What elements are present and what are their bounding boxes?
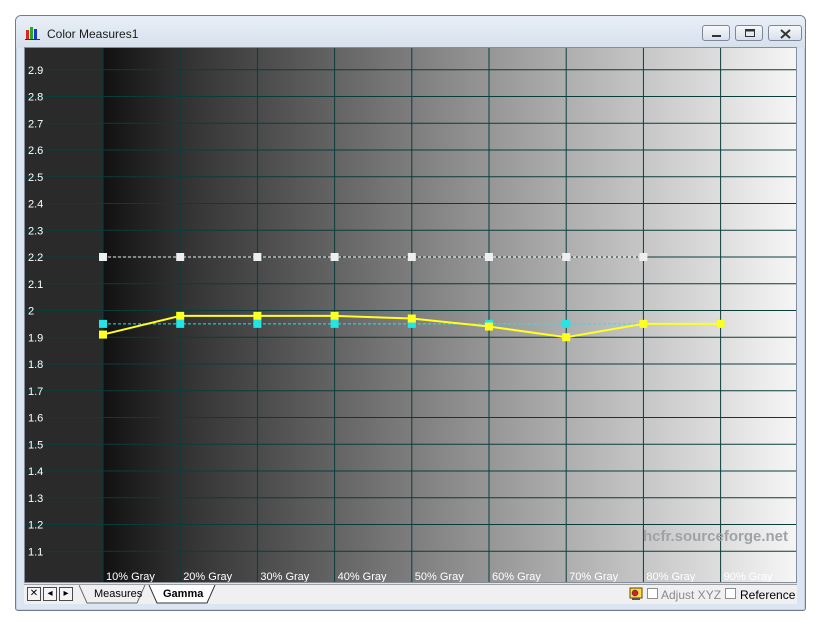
scroll-tabs-right-button[interactable]: ▸	[59, 587, 73, 601]
data-point-measured	[407, 314, 416, 323]
tab-gamma[interactable]: Gamma	[163, 588, 203, 600]
sheet-tab-bar: ✕ ◂ ▸ Measures Gamma Adjust XYZ Referenc…	[24, 584, 797, 604]
data-point-measured	[485, 322, 493, 331]
y-tick-label: 1.8	[28, 359, 43, 371]
x-tick-label: 50% Gray	[415, 571, 464, 583]
y-tick-label: 1.1	[28, 546, 43, 558]
adjust-xyz-label: Adjust XYZ	[661, 588, 722, 602]
gamma-chart: 1.1 1.2 1.3 1.4 1.5 1.6 1.7 1.8 1.9 2 2.1 2.2 2.3 2.4…	[25, 48, 796, 583]
watermark-text: hcfr.sourceforge.net	[643, 528, 788, 545]
data-point-measured	[716, 319, 725, 328]
data-point-reference	[639, 253, 648, 261]
x-tick-label: 60% Gray	[492, 571, 541, 583]
y-tick-label: 2.7	[28, 118, 43, 130]
adjust-xyz-checkbox[interactable]	[647, 588, 658, 599]
triangle-right-icon: ▸	[63, 588, 69, 599]
data-point-reference	[485, 253, 493, 261]
data-point-reference	[330, 253, 339, 261]
scroll-tabs-left-button[interactable]: ◂	[43, 587, 57, 601]
data-point-reference	[99, 253, 107, 261]
window-title: Color Measures1	[47, 27, 139, 41]
data-point-average	[99, 319, 107, 328]
y-tick-label: 2.6	[28, 145, 43, 157]
y-tick-label: 2.4	[28, 199, 43, 211]
y-tick-label: 2.1	[28, 279, 43, 291]
close-icon	[780, 29, 791, 39]
data-point-measured	[253, 311, 262, 320]
gamma-chart-panel: 1.1 1.2 1.3 1.4 1.5 1.6 1.7 1.8 1.9 2 2.1 2.2 2.3 2.4…	[24, 47, 797, 583]
x-tick-label: 30% Gray	[260, 571, 309, 583]
data-point-measured	[99, 330, 107, 339]
tab-measures[interactable]: Measures	[94, 588, 142, 600]
y-tick-label: 1.6	[28, 413, 43, 425]
data-point-reference	[253, 253, 262, 261]
data-point-reference	[562, 253, 571, 261]
close-x-icon: ✕	[29, 588, 39, 599]
title-bar[interactable]: Color Measures1	[16, 16, 805, 48]
minimize-icon	[712, 35, 721, 37]
measure-status-icon	[629, 587, 643, 600]
minimize-button[interactable]	[702, 25, 730, 41]
data-point-average	[330, 319, 339, 328]
reference-label: Reference	[740, 588, 796, 602]
y-tick-label: 2.9	[28, 65, 43, 77]
color-bars-app-icon	[25, 27, 40, 40]
y-tick-label: 1.2	[28, 520, 43, 532]
y-tick-label: 2.8	[28, 92, 43, 104]
x-tick-label: 70% Gray	[569, 571, 618, 583]
y-tick-label: 1.7	[28, 386, 43, 398]
x-tick-label: 80% Gray	[646, 571, 695, 583]
triangle-left-icon: ◂	[47, 588, 53, 599]
data-point-average	[176, 319, 185, 328]
y-tick-label: 1.4	[28, 466, 43, 478]
y-tick-label: 1.9	[28, 332, 43, 344]
restore-icon	[745, 29, 755, 37]
data-point-average	[253, 319, 262, 328]
x-tick-label: 20% Gray	[183, 571, 232, 583]
y-tick-label: 2.2	[28, 252, 43, 264]
close-tab-button[interactable]: ✕	[27, 587, 41, 601]
reference-checkbox[interactable]	[725, 588, 736, 599]
y-tick-label: 1.5	[28, 439, 43, 451]
close-button[interactable]	[768, 25, 802, 41]
data-point-measured	[639, 319, 648, 328]
data-point-reference	[407, 253, 416, 261]
x-axis-ticks: 10% Gray 20% Gray 30% Gray 40% Gray 50% Gray…	[106, 571, 773, 583]
y-tick-label: 2	[28, 306, 34, 318]
x-tick-label: 40% Gray	[338, 571, 387, 583]
x-tick-label: 90% Gray	[724, 571, 773, 583]
data-point-measured	[330, 311, 339, 320]
data-point-measured	[176, 311, 185, 320]
x-tick-label: 10% Gray	[106, 571, 155, 583]
y-tick-label: 1.3	[28, 493, 43, 505]
y-tick-label: 2.3	[28, 225, 43, 237]
data-point-average	[562, 319, 571, 328]
y-tick-label: 2.5	[28, 172, 43, 184]
restore-button[interactable]	[735, 25, 763, 41]
color-measures-window: Color Measures1 1.1 1.2 1.3 1.4 1.5 1.6 …	[15, 15, 806, 611]
data-point-reference	[176, 253, 185, 261]
data-point-measured	[562, 333, 571, 342]
